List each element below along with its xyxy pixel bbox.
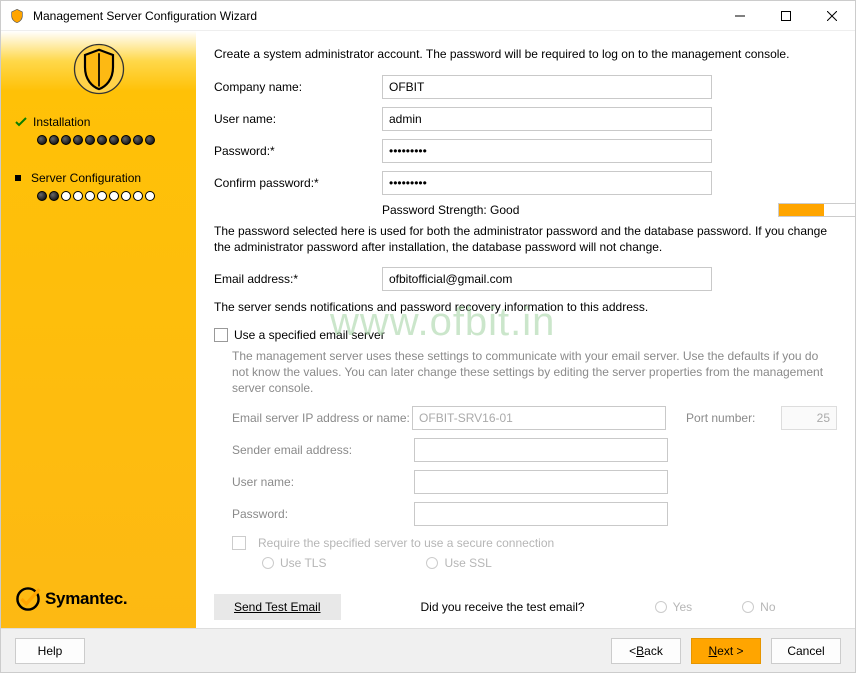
email-username-input bbox=[414, 470, 668, 494]
symantec-logo: Symantec. bbox=[15, 586, 127, 612]
confirm-label: Confirm password:* bbox=[214, 176, 382, 190]
sender-label: Sender email address: bbox=[232, 443, 414, 457]
bullet-icon bbox=[15, 175, 21, 181]
sidebar-step-installation: Installation bbox=[15, 115, 182, 129]
minimize-button[interactable] bbox=[717, 1, 763, 31]
test-email-question: Did you receive the test email? bbox=[421, 600, 585, 614]
company-input[interactable] bbox=[382, 75, 712, 99]
email-note: The server sends notifications and passw… bbox=[214, 299, 837, 315]
email-server-label: Email server IP address or name: bbox=[232, 411, 412, 425]
secure-connection-checkbox bbox=[232, 536, 246, 550]
use-tls-label: Use TLS bbox=[280, 556, 326, 570]
sidebar-step-label: Server Configuration bbox=[31, 171, 141, 185]
app-icon bbox=[9, 8, 25, 24]
secure-connection-label: Require the specified server to use a se… bbox=[258, 536, 554, 550]
footer-bar: Help < Back Next > Cancel bbox=[1, 628, 855, 672]
installation-progress-dots bbox=[37, 135, 182, 145]
help-button[interactable]: Help bbox=[15, 638, 85, 664]
username-input[interactable] bbox=[382, 107, 712, 131]
back-button[interactable]: < Back bbox=[611, 638, 681, 664]
sender-input bbox=[414, 438, 668, 462]
window-controls bbox=[717, 1, 855, 31]
port-label: Port number: bbox=[686, 411, 781, 425]
title-bar: Management Server Configuration Wizard bbox=[1, 1, 855, 31]
sidebar-step-server-config: Server Configuration bbox=[15, 171, 182, 185]
intro-text: Create a system administrator account. T… bbox=[214, 47, 837, 61]
server-config-progress-dots bbox=[37, 191, 182, 201]
checkmark-icon bbox=[15, 116, 27, 128]
close-button[interactable] bbox=[809, 1, 855, 31]
send-test-email-button[interactable]: Send Test Email bbox=[214, 594, 341, 620]
email-label: Email address:* bbox=[214, 272, 382, 286]
sidebar-step-label: Installation bbox=[33, 115, 90, 129]
maximize-button[interactable] bbox=[763, 1, 809, 31]
company-label: Company name: bbox=[214, 80, 382, 94]
username-label: User name: bbox=[214, 112, 382, 126]
password-input[interactable] bbox=[382, 139, 712, 163]
use-specified-server-label: Use a specified email server bbox=[234, 328, 385, 342]
port-input bbox=[781, 406, 837, 430]
use-specified-server-checkbox[interactable] bbox=[214, 328, 228, 342]
email-username-label: User name: bbox=[232, 475, 414, 489]
next-button[interactable]: Next > bbox=[691, 638, 761, 664]
symantec-brand-text: Symantec. bbox=[45, 589, 127, 609]
cancel-button[interactable]: Cancel bbox=[771, 638, 841, 664]
test-yes-radio bbox=[655, 601, 667, 613]
test-no-radio bbox=[742, 601, 754, 613]
confirm-input[interactable] bbox=[382, 171, 712, 195]
email-input[interactable] bbox=[382, 267, 712, 291]
use-ssl-radio bbox=[426, 557, 438, 569]
sidebar: Installation Server Configuration Symant… bbox=[1, 31, 196, 628]
use-ssl-label: Use SSL bbox=[444, 556, 491, 570]
email-server-settings: The management server uses these setting… bbox=[214, 348, 837, 571]
email-settings-intro: The management server uses these setting… bbox=[232, 348, 837, 397]
password-label: Password:* bbox=[214, 144, 382, 158]
main-panel: Create a system administrator account. T… bbox=[196, 31, 855, 628]
email-server-input bbox=[412, 406, 666, 430]
shield-icon bbox=[71, 41, 127, 97]
email-password-label: Password: bbox=[232, 507, 414, 521]
test-no-label: No bbox=[760, 600, 775, 614]
password-strength-meter bbox=[778, 203, 855, 217]
symantec-check-icon bbox=[15, 586, 41, 612]
use-tls-radio bbox=[262, 557, 274, 569]
password-note: The password selected here is used for b… bbox=[214, 223, 837, 255]
email-password-input bbox=[414, 502, 668, 526]
window-title: Management Server Configuration Wizard bbox=[33, 9, 717, 23]
test-yes-label: Yes bbox=[673, 600, 693, 614]
password-strength-label: Password Strength: Good bbox=[382, 203, 778, 217]
